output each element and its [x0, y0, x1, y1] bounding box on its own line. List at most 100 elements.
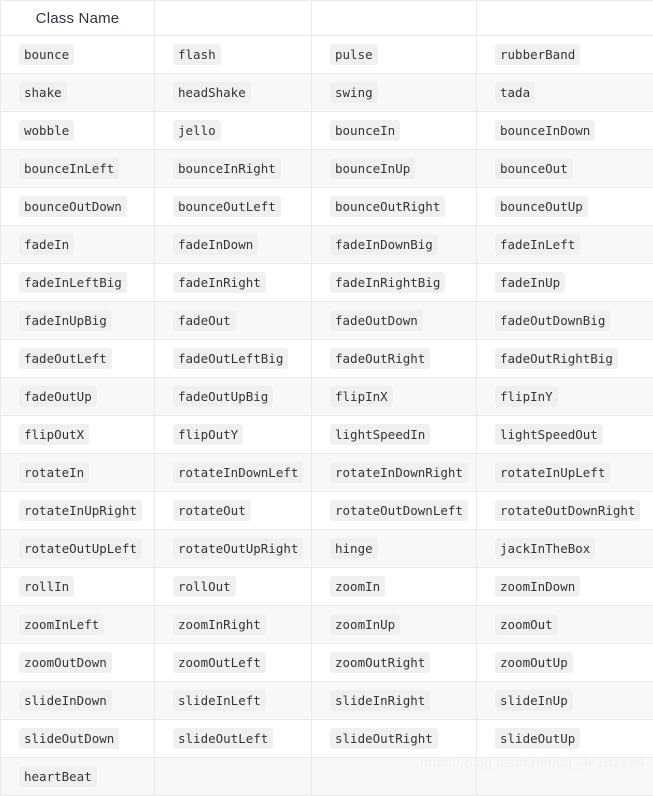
animation-class-chip: fadeInDown: [173, 234, 258, 255]
table-cell-content: fadeOutUp: [1, 378, 154, 415]
table-cell-content: slideOutUp: [477, 720, 653, 757]
animation-class-chip: rotateOutDownRight: [495, 500, 640, 521]
table-cell: slideOutDown: [1, 720, 155, 758]
table-row: heartBeat: [1, 758, 653, 796]
table-cell: bounceIn: [312, 112, 477, 150]
table-row: bounceflashpulserubberBand: [1, 36, 653, 74]
table-cell: slideInLeft: [155, 682, 312, 720]
table-cell: bounceInDown: [477, 112, 653, 150]
table-row: rotateInUpRightrotateOutrotateOutDownLef…: [1, 492, 653, 530]
animation-class-chip: rotateOutUpLeft: [19, 538, 142, 559]
table-cell-content: rollIn: [1, 568, 154, 605]
animation-class-chip: jello: [173, 120, 221, 141]
table-cell: flash: [155, 36, 312, 74]
table-cell: [477, 758, 653, 796]
animation-class-chip: zoomOutUp: [495, 652, 573, 673]
table-row: bounceOutDownbounceOutLeftbounceOutRight…: [1, 188, 653, 226]
animation-class-chip: rotateInUpRight: [19, 500, 142, 521]
table-cell-content: swing: [312, 74, 476, 111]
table-cell: shake: [1, 74, 155, 112]
table-cell-content: bounceOut: [477, 150, 653, 187]
animation-class-chip: rotateInUpLeft: [495, 462, 610, 483]
table-cell: zoomOutUp: [477, 644, 653, 682]
table-cell: fadeOutRightBig: [477, 340, 653, 378]
table-cell-content: fadeInRightBig: [312, 264, 476, 301]
table-cell-content: pulse: [312, 36, 476, 73]
table-cell-content: slideInDown: [1, 682, 154, 719]
table-cell: zoomOutRight: [312, 644, 477, 682]
table-cell-content: bounceIn: [312, 112, 476, 149]
table-cell: slideOutRight: [312, 720, 477, 758]
table-cell: heartBeat: [1, 758, 155, 796]
table-cell-content: fadeIn: [1, 226, 154, 263]
animation-class-chip: bounceOut: [495, 158, 573, 179]
table-cell: rotateInUpRight: [1, 492, 155, 530]
table-cell-content: bounceInLeft: [1, 150, 154, 187]
table-row: zoomInLeftzoomInRightzoomInUpzoomOut: [1, 606, 653, 644]
animation-class-chip: hinge: [330, 538, 378, 559]
table-cell: [312, 758, 477, 796]
table-cell-content: zoomOutRight: [312, 644, 476, 681]
table-cell-content: fadeOutDown: [312, 302, 476, 339]
animation-class-chip: lightSpeedIn: [330, 424, 430, 445]
table-cell-content: fadeInLeftBig: [1, 264, 154, 301]
table-cell-content: bounceOutRight: [312, 188, 476, 225]
table-cell-content: heartBeat: [1, 758, 154, 795]
animation-class-chip: zoomIn: [330, 576, 385, 597]
table-cell-content: fadeInRight: [155, 264, 311, 301]
animation-class-chip: fadeOutRightBig: [495, 348, 618, 369]
table-cell-content: rotateInDownRight: [312, 454, 476, 491]
table-row: zoomOutDownzoomOutLeftzoomOutRightzoomOu…: [1, 644, 653, 682]
table-cell-content: fadeInDown: [155, 226, 311, 263]
table-row: rotateOutUpLeftrotateOutUpRighthingejack…: [1, 530, 653, 568]
table-cell-content: fadeOut: [155, 302, 311, 339]
animation-class-chip: flipInX: [330, 386, 393, 407]
table-cell-content: fadeOutLeft: [1, 340, 154, 377]
table-cell: fadeInDown: [155, 226, 312, 264]
table-cell: zoomInLeft: [1, 606, 155, 644]
table-cell: [155, 758, 312, 796]
animation-class-chip: fadeIn: [19, 234, 74, 255]
table-cell-content: tada: [477, 74, 653, 111]
table-cell: rotateInDownRight: [312, 454, 477, 492]
table-cell-content: zoomOut: [477, 606, 653, 643]
table-cell-content: fadeInUp: [477, 264, 653, 301]
table-cell-content: rotateInUpLeft: [477, 454, 653, 491]
animation-class-chip: fadeOutDownBig: [495, 310, 610, 331]
animation-class-chip: zoomOutDown: [19, 652, 112, 673]
table-cell-content: lightSpeedIn: [312, 416, 476, 453]
table-cell-content: headShake: [155, 74, 311, 111]
table-cell: zoomInRight: [155, 606, 312, 644]
table-header: Class Name: [1, 1, 653, 36]
animation-class-chip: zoomInRight: [173, 614, 266, 635]
table-cell: bounceOutDown: [1, 188, 155, 226]
animation-class-chip: wobble: [19, 120, 74, 141]
table-cell: rotateIn: [1, 454, 155, 492]
table-cell: flipOutX: [1, 416, 155, 454]
table-cell-content: rotateIn: [1, 454, 154, 491]
animation-class-chip: fadeOutLeft: [19, 348, 112, 369]
animation-class-chip: rotateIn: [19, 462, 89, 483]
table-cell: jackInTheBox: [477, 530, 653, 568]
table-cell-content: slideOutRight: [312, 720, 476, 757]
animation-class-chip: rotateOut: [173, 500, 251, 521]
table-cell-content: lightSpeedOut: [477, 416, 653, 453]
column-header-class-name: Class Name: [1, 1, 155, 36]
table-cell: slideInDown: [1, 682, 155, 720]
table-cell: swing: [312, 74, 477, 112]
animation-class-chip: rollOut: [173, 576, 236, 597]
table-cell: bounce: [1, 36, 155, 74]
table-row: shakeheadShakeswingtada: [1, 74, 653, 112]
table-cell-content: bounceOutLeft: [155, 188, 311, 225]
table-cell-content: fadeInUpBig: [1, 302, 154, 339]
animation-class-name-table: Class Name bounceflashpulserubberBandsha…: [0, 0, 653, 796]
table-row: fadeOutUpfadeOutUpBig flipInX flipInY: [1, 378, 653, 416]
table-cell: flipInY: [477, 378, 653, 416]
table-cell: rotateInUpLeft: [477, 454, 653, 492]
animation-class-chip: fadeInUpBig: [19, 310, 112, 331]
table-cell: flipOutY: [155, 416, 312, 454]
table-cell: fadeOutUpBig: [155, 378, 312, 416]
table-cell: rotateInDownLeft: [155, 454, 312, 492]
table-cell: fadeIn: [1, 226, 155, 264]
animation-class-chip: zoomOutRight: [330, 652, 430, 673]
